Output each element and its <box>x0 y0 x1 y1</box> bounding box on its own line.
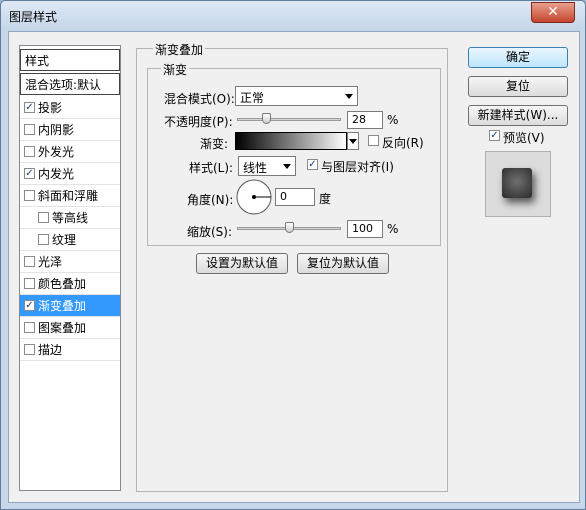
blend-options-label: 混合选项:默认 <box>25 78 102 92</box>
new-style-button[interactable]: 新建样式(W)... <box>468 105 568 126</box>
style-item-checkbox[interactable] <box>38 234 49 245</box>
style-item-checkbox[interactable]: ✓ <box>24 168 35 179</box>
opacity-label: 不透明度(P): <box>164 115 233 129</box>
angle-input[interactable]: 0 <box>275 188 315 206</box>
style-item-label: 光泽 <box>38 255 63 269</box>
blend-options-item[interactable]: 混合选项:默认 <box>20 73 120 95</box>
styles-header[interactable]: 样式 <box>20 49 120 71</box>
scale-label: 缩放(S): <box>187 225 233 239</box>
style-item-label: 渐变叠加 <box>38 299 87 313</box>
style-item[interactable]: 颜色叠加 <box>20 273 120 295</box>
style-item[interactable]: 斜面和浮雕 <box>20 185 120 207</box>
scale-slider-thumb[interactable] <box>285 222 294 233</box>
style-item-checkbox[interactable]: ✓ <box>24 300 35 311</box>
style-item-checkbox[interactable] <box>24 124 35 135</box>
preview-checkbox[interactable]: ✓ <box>489 130 500 141</box>
blend-mode-value: 正常 <box>240 91 265 105</box>
style-item-label: 外发光 <box>38 145 75 159</box>
angle-dial[interactable] <box>235 178 273 216</box>
style-item-checkbox[interactable]: ✓ <box>24 102 35 113</box>
style-item-label: 斜面和浮雕 <box>38 189 99 203</box>
style-label: 样式(L): <box>189 161 234 175</box>
chevron-down-icon <box>345 94 353 99</box>
style-item-checkbox[interactable] <box>24 146 35 157</box>
style-item-label: 内发光 <box>38 167 75 181</box>
style-item[interactable]: 纹理 <box>20 229 120 251</box>
style-item[interactable]: 光泽 <box>20 251 120 273</box>
style-item[interactable]: 等高线 <box>20 207 120 229</box>
blend-mode-select[interactable]: 正常 <box>235 86 358 106</box>
style-item[interactable]: 描边 <box>20 339 120 361</box>
style-item-label: 图案叠加 <box>38 321 87 335</box>
style-preview-thumbnail <box>485 151 551 217</box>
style-item-checkbox[interactable] <box>24 190 35 201</box>
style-item-label: 纹理 <box>52 233 77 247</box>
styles-list: 样式 混合选项:默认 ✓ 投影 内阴影 外发光 ✓ 内发光 斜面和浮雕 等高线 纹理 光泽 颜色叠加… <box>19 45 121 491</box>
align-with-layer-label: 与图层对齐(I) <box>321 160 394 174</box>
preview-label: 预览(V) <box>503 131 545 145</box>
reverse-checkbox[interactable] <box>368 135 379 146</box>
reverse-label: 反向(R) <box>382 136 424 150</box>
chevron-down-icon <box>283 164 291 169</box>
gradient-overlay-title: 渐变叠加 <box>153 41 206 58</box>
style-item[interactable]: ✓ 内发光 <box>20 163 120 185</box>
scale-percent: % <box>387 222 399 236</box>
reset-default-button[interactable]: 复位为默认值 <box>297 253 389 274</box>
gradient-dropdown[interactable] <box>347 132 359 150</box>
angle-degree-unit: 度 <box>319 192 332 206</box>
opacity-slider-track[interactable] <box>237 118 341 121</box>
style-item-checkbox[interactable] <box>24 322 35 333</box>
title-bar[interactable]: 图层样式 ✕ <box>1 1 585 31</box>
dialog-client: 样式 混合选项:默认 ✓ 投影 内阴影 外发光 ✓ 内发光 斜面和浮雕 等高线 纹理 光泽 颜色叠加… <box>8 31 580 503</box>
align-with-layer-checkbox[interactable]: ✓ <box>307 159 318 170</box>
window-title: 图层样式 <box>9 10 58 24</box>
gradient-subgroup-title: 渐变 <box>161 61 190 78</box>
style-item[interactable]: 内阴影 <box>20 119 120 141</box>
styles-header-label: 样式 <box>25 54 50 68</box>
style-item-checkbox[interactable] <box>38 212 49 223</box>
opacity-slider-thumb[interactable] <box>262 113 272 124</box>
reset-button[interactable]: 复位 <box>468 76 568 97</box>
close-button[interactable]: ✕ <box>531 2 575 23</box>
opacity-percent: % <box>387 113 399 127</box>
gradient-label: 渐变: <box>200 137 229 151</box>
style-item[interactable]: ✓ 渐变叠加 <box>20 295 120 317</box>
blend-mode-label: 混合模式(O): <box>164 92 235 106</box>
preview-square <box>502 168 532 198</box>
style-item-label: 颜色叠加 <box>38 277 87 291</box>
style-item[interactable]: 图案叠加 <box>20 317 120 339</box>
style-item-label: 内阴影 <box>38 123 75 137</box>
ok-button[interactable]: 确定 <box>468 47 568 68</box>
style-item-label: 等高线 <box>52 211 89 225</box>
style-item-checkbox[interactable] <box>24 278 35 289</box>
set-default-button[interactable]: 设置为默认值 <box>196 253 288 274</box>
gradient-swatch[interactable] <box>235 132 347 150</box>
angle-label: 角度(N): <box>187 193 234 207</box>
style-item-checkbox[interactable] <box>24 256 35 267</box>
style-item[interactable]: 外发光 <box>20 141 120 163</box>
style-item-label: 描边 <box>38 343 63 357</box>
style-select[interactable]: 线性 <box>238 156 296 176</box>
opacity-input[interactable]: 28 <box>347 111 383 129</box>
style-item[interactable]: ✓ 投影 <box>20 97 120 119</box>
style-value: 线性 <box>243 161 268 175</box>
chevron-down-icon <box>349 139 357 144</box>
close-icon: ✕ <box>547 4 559 20</box>
style-item-label: 投影 <box>38 101 63 115</box>
style-item-checkbox[interactable] <box>24 344 35 355</box>
scale-input[interactable]: 100 <box>347 220 383 238</box>
dialog-window: 图层样式 ✕ 样式 混合选项:默认 ✓ 投影 内阴影 外发光 ✓ 内发光 斜面和浮雕 等高线纹… <box>0 0 586 510</box>
